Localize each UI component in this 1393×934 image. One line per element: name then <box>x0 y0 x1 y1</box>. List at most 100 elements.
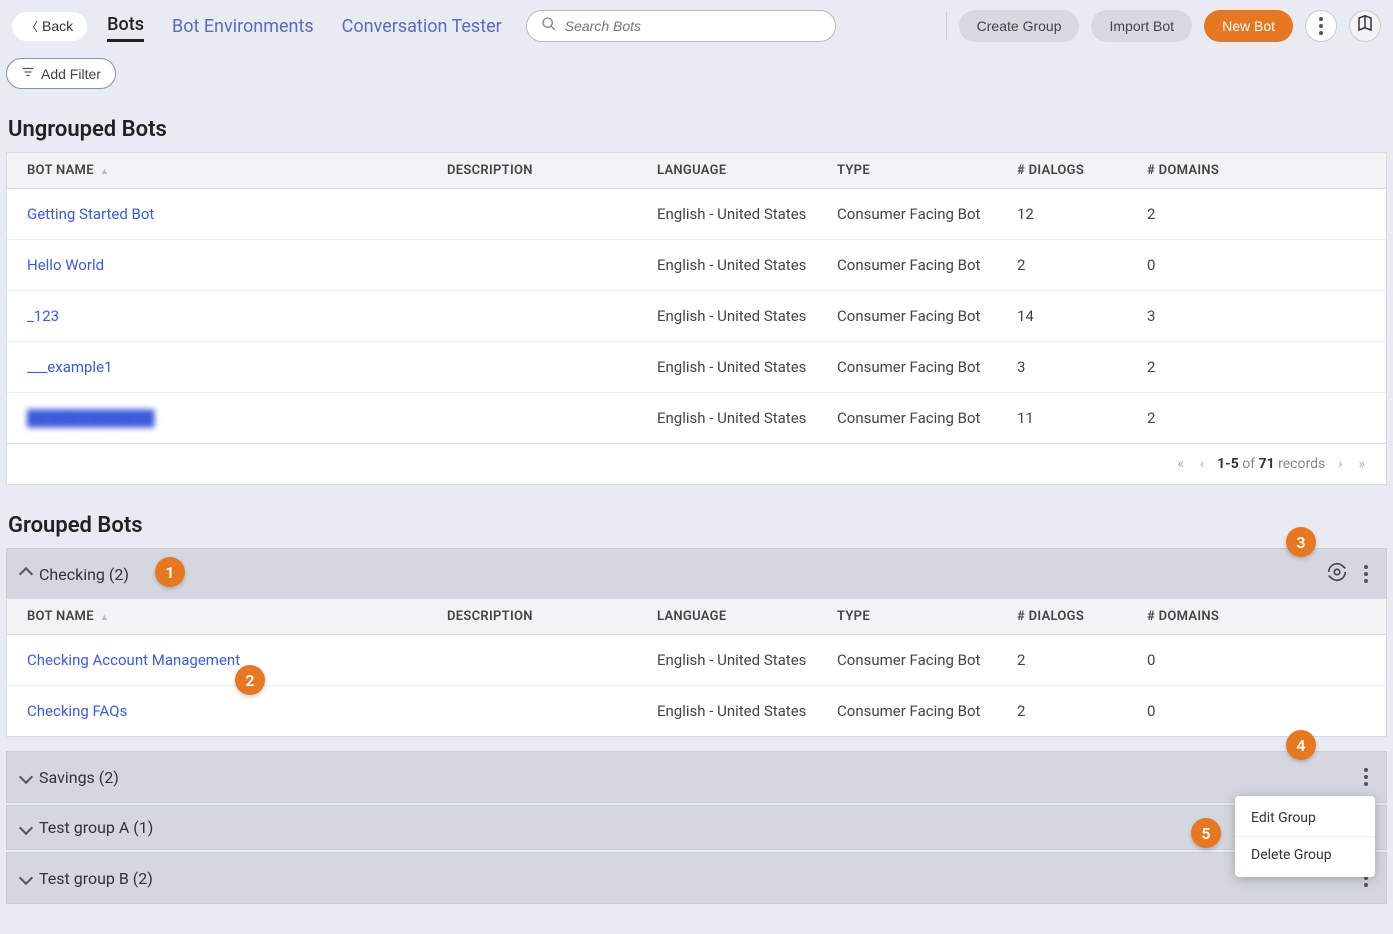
bot-link[interactable]: Checking Account Management <box>27 651 240 669</box>
ungrouped-table: BOT NAME ▲ DESCRIPTION LANGUAGE TYPE # DI… <box>6 152 1387 444</box>
col-bot-name[interactable]: BOT NAME <box>27 163 94 178</box>
group-menu-button[interactable] <box>1360 764 1372 790</box>
sort-icon: ▲ <box>100 612 109 623</box>
page-prev-icon[interactable]: ‹ <box>1197 456 1207 472</box>
bot-cycle-icon[interactable] <box>1326 561 1348 587</box>
bot-link-redacted: ████████████ <box>27 409 155 427</box>
table-header: BOT NAME ▲ DESCRIPTION LANGUAGE TYPE # DI… <box>7 153 1386 189</box>
group-header-test-b[interactable]: Test group B (2) <box>6 852 1387 904</box>
sort-icon: ▲ <box>100 166 109 177</box>
callout-badge-4: 4 <box>1286 730 1316 760</box>
chevron-down-icon <box>19 770 33 784</box>
col-domains[interactable]: # DOMAINS <box>1147 609 1366 624</box>
col-bot-name[interactable]: BOT NAME <box>27 609 94 624</box>
cell-domains: 0 <box>1147 651 1366 669</box>
callout-badge-3: 3 <box>1286 527 1316 557</box>
docs-button[interactable] <box>1349 10 1381 42</box>
group-context-menu: Edit Group Delete Group <box>1235 796 1375 877</box>
import-bot-button[interactable]: Import Bot <box>1091 10 1192 42</box>
bot-link[interactable]: Checking FAQs <box>27 702 127 720</box>
cell-lang: English - United States <box>657 205 837 223</box>
group-header-test-a[interactable]: Test group A (1) <box>6 805 1387 850</box>
col-domains[interactable]: # DOMAINS <box>1147 163 1366 178</box>
cell-domains: 2 <box>1147 205 1366 223</box>
cell-type: Consumer Facing Bot <box>837 307 1017 325</box>
table-row: Getting Started Bot English - United Sta… <box>7 189 1386 240</box>
bot-link[interactable]: ___example1 <box>27 358 112 376</box>
cell-type: Consumer Facing Bot <box>837 409 1017 427</box>
table-row: ████████████ English - United States Con… <box>7 393 1386 443</box>
group-label: Test group A (1) <box>39 818 153 837</box>
col-language[interactable]: LANGUAGE <box>657 163 837 178</box>
col-description[interactable]: DESCRIPTION <box>447 163 657 178</box>
search-input[interactable] <box>565 18 821 34</box>
col-type[interactable]: TYPE <box>837 163 1017 178</box>
group-label: Test group B (2) <box>39 869 153 888</box>
table-row: Checking Account Management English - Un… <box>7 635 1386 686</box>
back-label: Back <box>42 18 73 34</box>
search-field[interactable] <box>526 10 836 42</box>
col-dialogs[interactable]: # DIALOGS <box>1017 609 1147 624</box>
group-label: Checking (2) <box>39 565 129 584</box>
cell-domains: 0 <box>1147 256 1366 274</box>
callout-badge-2: 2 <box>235 665 265 695</box>
add-filter-button[interactable]: Add Filter <box>6 58 116 89</box>
bot-link[interactable]: Getting Started Bot <box>27 205 154 223</box>
nav-tabs: Bots Bot Environments Conversation Teste… <box>107 10 502 42</box>
bot-link[interactable]: Hello World <box>27 256 104 274</box>
back-button[interactable]: 〈 Back <box>12 12 87 41</box>
cell-lang: English - United States <box>657 358 837 376</box>
menu-edit-group[interactable]: Edit Group <box>1235 800 1375 837</box>
cell-dialogs: 2 <box>1017 256 1147 274</box>
cell-lang: English - United States <box>657 702 837 720</box>
cell-type: Consumer Facing Bot <box>837 256 1017 274</box>
top-header: 〈 Back Bots Bot Environments Conversatio… <box>0 0 1393 52</box>
cell-type: Consumer Facing Bot <box>837 205 1017 223</box>
group-header-checking[interactable]: Checking (2) 1 3 <box>6 548 1387 599</box>
col-dialogs[interactable]: # DIALOGS <box>1017 163 1147 178</box>
page-range: 1-5 <box>1217 456 1239 472</box>
cell-dialogs: 2 <box>1017 651 1147 669</box>
table-row: Checking FAQs English - United States Co… <box>7 686 1386 736</box>
cell-lang: English - United States <box>657 409 837 427</box>
group-menu-button[interactable] <box>1360 561 1372 587</box>
page-first-icon[interactable]: « <box>1174 456 1187 472</box>
cell-domains: 0 <box>1147 702 1366 720</box>
cell-lang: English - United States <box>657 651 837 669</box>
page-total: 71 <box>1259 456 1275 472</box>
table-row: _123 English - United States Consumer Fa… <box>7 291 1386 342</box>
create-group-button[interactable]: Create Group <box>959 10 1080 42</box>
callout-badge-5: 5 <box>1191 818 1221 848</box>
page-last-icon[interactable]: » <box>1355 456 1368 472</box>
page-next-icon[interactable]: › <box>1335 456 1345 472</box>
col-description[interactable]: DESCRIPTION <box>447 609 657 624</box>
cell-dialogs: 3 <box>1017 358 1147 376</box>
cell-lang: English - United States <box>657 307 837 325</box>
page-of: of <box>1242 456 1255 472</box>
divider <box>946 12 947 40</box>
col-language[interactable]: LANGUAGE <box>657 609 837 624</box>
cell-lang: English - United States <box>657 256 837 274</box>
cell-dialogs: 14 <box>1017 307 1147 325</box>
add-filter-label: Add Filter <box>41 66 101 82</box>
table-row: Hello World English - United States Cons… <box>7 240 1386 291</box>
grouped-title: Grouped Bots <box>0 485 1393 548</box>
bot-link[interactable]: _123 <box>27 307 59 325</box>
book-icon <box>1356 15 1374 37</box>
cell-domains: 3 <box>1147 307 1366 325</box>
tab-conversation-tester[interactable]: Conversation Tester <box>342 12 502 41</box>
cell-type: Consumer Facing Bot <box>837 651 1017 669</box>
menu-delete-group[interactable]: Delete Group <box>1235 837 1375 873</box>
table-row: ___example1 English - United States Cons… <box>7 342 1386 393</box>
more-menu-button[interactable] <box>1305 10 1337 42</box>
cell-domains: 2 <box>1147 358 1366 376</box>
page-records: records <box>1278 456 1325 472</box>
pagination: « ‹ 1-5 of 71 records › » <box>6 444 1387 485</box>
cell-dialogs: 11 <box>1017 409 1147 427</box>
group-header-savings[interactable]: Savings (2) 4 <box>6 751 1387 803</box>
cell-dialogs: 2 <box>1017 702 1147 720</box>
new-bot-button[interactable]: New Bot <box>1204 10 1293 42</box>
col-type[interactable]: TYPE <box>837 609 1017 624</box>
tab-environments[interactable]: Bot Environments <box>172 12 314 41</box>
tab-bots[interactable]: Bots <box>107 10 144 42</box>
